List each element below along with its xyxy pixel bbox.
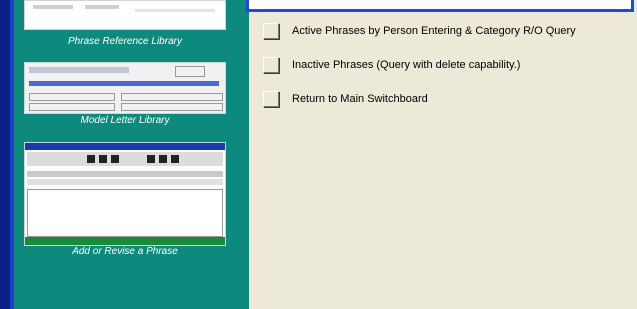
phrase-reference-library-caption[interactable]: Phrase Reference Library xyxy=(24,36,226,47)
active-phrases-button[interactable] xyxy=(263,23,279,39)
thumbnail-content-area xyxy=(27,189,223,237)
return-to-main-switchboard-button[interactable] xyxy=(263,91,279,107)
phrase-reference-library-thumbnail[interactable] xyxy=(24,0,226,30)
thumbnail-title-bar xyxy=(25,143,225,150)
return-to-main-switchboard-label[interactable]: Return to Main Switchboard xyxy=(292,93,428,105)
model-letter-library-thumbnail[interactable] xyxy=(24,62,226,114)
switchboard-panel xyxy=(249,0,637,309)
thumbnail-toolbar xyxy=(27,152,223,166)
inactive-phrases-label[interactable]: Inactive Phrases (Query with delete capa… xyxy=(292,59,520,71)
add-or-revise-phrase-thumbnail[interactable] xyxy=(24,142,226,246)
model-letter-library-caption[interactable]: Model Letter Library xyxy=(24,115,226,126)
active-phrases-label[interactable]: Active Phrases by Person Entering & Cate… xyxy=(292,25,576,37)
add-or-revise-phrase-caption[interactable]: Add or Revise a Phrase xyxy=(24,246,226,257)
inactive-phrases-button[interactable] xyxy=(263,57,279,73)
window-top-frame xyxy=(246,0,634,12)
thumbnail-status-bar xyxy=(25,237,225,245)
